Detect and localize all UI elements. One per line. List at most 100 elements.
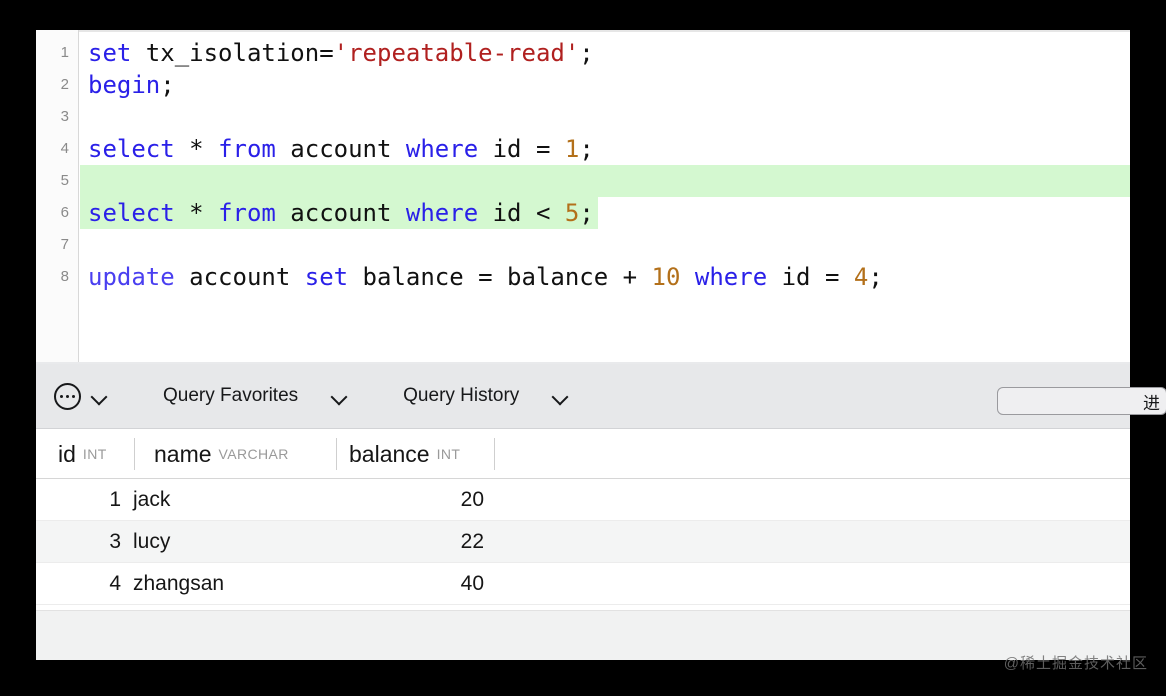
chevron-down-icon[interactable] xyxy=(90,387,108,405)
code-token-plain: id = xyxy=(767,263,854,291)
result-grid: id INT name VARCHAR balance INT 1 jack 20 3 lucy 2… xyxy=(36,429,1130,660)
editor-line-number-gutter: 1 2 3 4 5 6 7 8 xyxy=(36,30,79,362)
column-divider[interactable] xyxy=(134,438,135,470)
code-token-plain: balance = balance + xyxy=(348,263,652,291)
code-line[interactable]: set tx_isolation='repeatable-read'; xyxy=(80,37,1130,69)
more-options-button[interactable] xyxy=(36,364,108,428)
line-number: 2 xyxy=(60,76,69,93)
result-grid-footer xyxy=(36,610,1130,660)
editor-code-area[interactable]: set tx_isolation='repeatable-read'; begin… xyxy=(80,30,1130,362)
code-token-num: 10 xyxy=(651,263,681,291)
results-toolbar: Query Favorites Query History xyxy=(36,364,1130,429)
code-line[interactable] xyxy=(80,229,1130,261)
app-root: 12345678 set tx_isolation='repeatable-re… xyxy=(0,0,1166,696)
query-history-button[interactable]: Query History xyxy=(403,364,569,428)
table-row[interactable]: 1 jack 20 xyxy=(36,479,1130,521)
code-token-num: 1 xyxy=(564,135,580,163)
code-token-kw: from xyxy=(218,135,276,163)
code-line[interactable]: select * from account where id < 5; xyxy=(80,197,1130,229)
code-token-kw: begin xyxy=(88,71,161,99)
result-grid-body: 1 jack 20 3 lucy 22 4 zhangsan 40 xyxy=(36,479,1130,605)
query-favorites-label: Query Favorites xyxy=(163,385,299,406)
column-divider[interactable] xyxy=(494,438,495,470)
line-number: 5 xyxy=(60,172,69,189)
code-line-text: set tx_isolation='repeatable-read'; xyxy=(80,37,594,69)
code-line[interactable] xyxy=(80,101,1130,133)
code-token-num: 5 xyxy=(564,199,580,227)
result-grid-header: id INT name VARCHAR balance INT xyxy=(36,429,1130,479)
column-header-type: VARCHAR xyxy=(218,446,289,462)
code-token-plain: * xyxy=(174,199,219,227)
code-line[interactable]: update account set balance = balance + 1… xyxy=(80,261,1130,293)
chevron-down-icon[interactable] xyxy=(551,387,569,405)
line-number: 1 xyxy=(60,44,69,61)
code-token-kw: where xyxy=(694,263,768,291)
line-number: 4 xyxy=(60,140,69,157)
code-token-plain: account xyxy=(174,263,305,291)
code-token-plain: * xyxy=(174,135,219,163)
line-number: 8 xyxy=(60,268,69,285)
code-line-text: begin; xyxy=(80,69,175,101)
code-line-text: select * from account where id = 1; xyxy=(80,133,594,165)
cell-id[interactable]: 3 xyxy=(36,521,121,563)
code-token-plain: account xyxy=(275,199,406,227)
code-token-plain: ; xyxy=(868,263,883,291)
query-history-label: Query History xyxy=(403,385,520,406)
cell-name[interactable]: jack xyxy=(133,479,170,521)
cell-id[interactable]: 1 xyxy=(36,479,121,521)
code-token-plain: id < xyxy=(478,199,565,227)
cell-name[interactable]: zhangsan xyxy=(133,563,224,605)
code-token-str: 'repeatable-read' xyxy=(333,39,580,67)
column-header-type: INT xyxy=(436,446,461,462)
code-line[interactable] xyxy=(80,165,1130,197)
code-token-plain: ; xyxy=(579,199,594,227)
cell-id[interactable]: 4 xyxy=(36,563,121,605)
line-number: 7 xyxy=(60,236,69,253)
column-header-type: INT xyxy=(82,446,107,462)
search-field-wrapper[interactable] xyxy=(997,387,1166,415)
code-token-kw: from xyxy=(218,199,276,227)
code-line-text: select * from account where id < 5; xyxy=(80,197,598,229)
sql-editor-pane[interactable]: 1 2 3 4 5 6 7 8 set tx_isolation='repeatable-re… xyxy=(36,30,1130,362)
code-token-kw: select xyxy=(88,135,175,163)
chevron-down-icon[interactable] xyxy=(330,387,348,405)
code-line-text: update account set balance = balance + 1… xyxy=(80,261,883,293)
code-token-plain: account xyxy=(275,135,406,163)
column-header-name: name xyxy=(154,440,212,467)
line-number: 3 xyxy=(60,108,69,125)
code-token-plain: id = xyxy=(478,135,565,163)
code-token-kw: set xyxy=(304,263,349,291)
code-token-kw: where xyxy=(405,135,479,163)
code-line[interactable]: begin; xyxy=(80,69,1130,101)
column-divider[interactable] xyxy=(336,438,337,470)
column-header-balance[interactable]: balance INT xyxy=(349,429,460,479)
query-favorites-button[interactable]: Query Favorites xyxy=(163,364,348,428)
line-number: 6 xyxy=(60,204,69,221)
code-token-plain: ; xyxy=(579,39,594,67)
code-token-plain: ; xyxy=(160,71,175,99)
column-header-name: id xyxy=(58,440,76,467)
ellipsis-circle-icon xyxy=(54,382,81,410)
table-row[interactable]: 3 lucy 22 xyxy=(36,521,1130,563)
cell-name[interactable]: lucy xyxy=(133,521,170,563)
column-header-id[interactable]: id INT xyxy=(58,429,107,479)
cell-balance[interactable]: 20 xyxy=(336,479,484,521)
column-header-name: balance xyxy=(349,440,430,467)
column-header-name[interactable]: name VARCHAR xyxy=(154,429,289,479)
code-token-plain: ; xyxy=(579,135,594,163)
search-input[interactable] xyxy=(997,387,1166,415)
watermark-text: @稀土掘金技术社区 xyxy=(1003,655,1148,672)
code-token-plain: tx_isolation= xyxy=(131,39,334,67)
cell-balance[interactable]: 22 xyxy=(336,521,484,563)
code-token-kw: select xyxy=(88,199,175,227)
table-row[interactable]: 4 zhangsan 40 xyxy=(36,563,1130,605)
cell-balance[interactable]: 40 xyxy=(336,563,484,605)
code-token-num: 4 xyxy=(853,263,869,291)
code-token-kw: set xyxy=(88,39,132,67)
code-token-kw: where xyxy=(405,199,479,227)
code-line[interactable]: select * from account where id = 1; xyxy=(80,133,1130,165)
